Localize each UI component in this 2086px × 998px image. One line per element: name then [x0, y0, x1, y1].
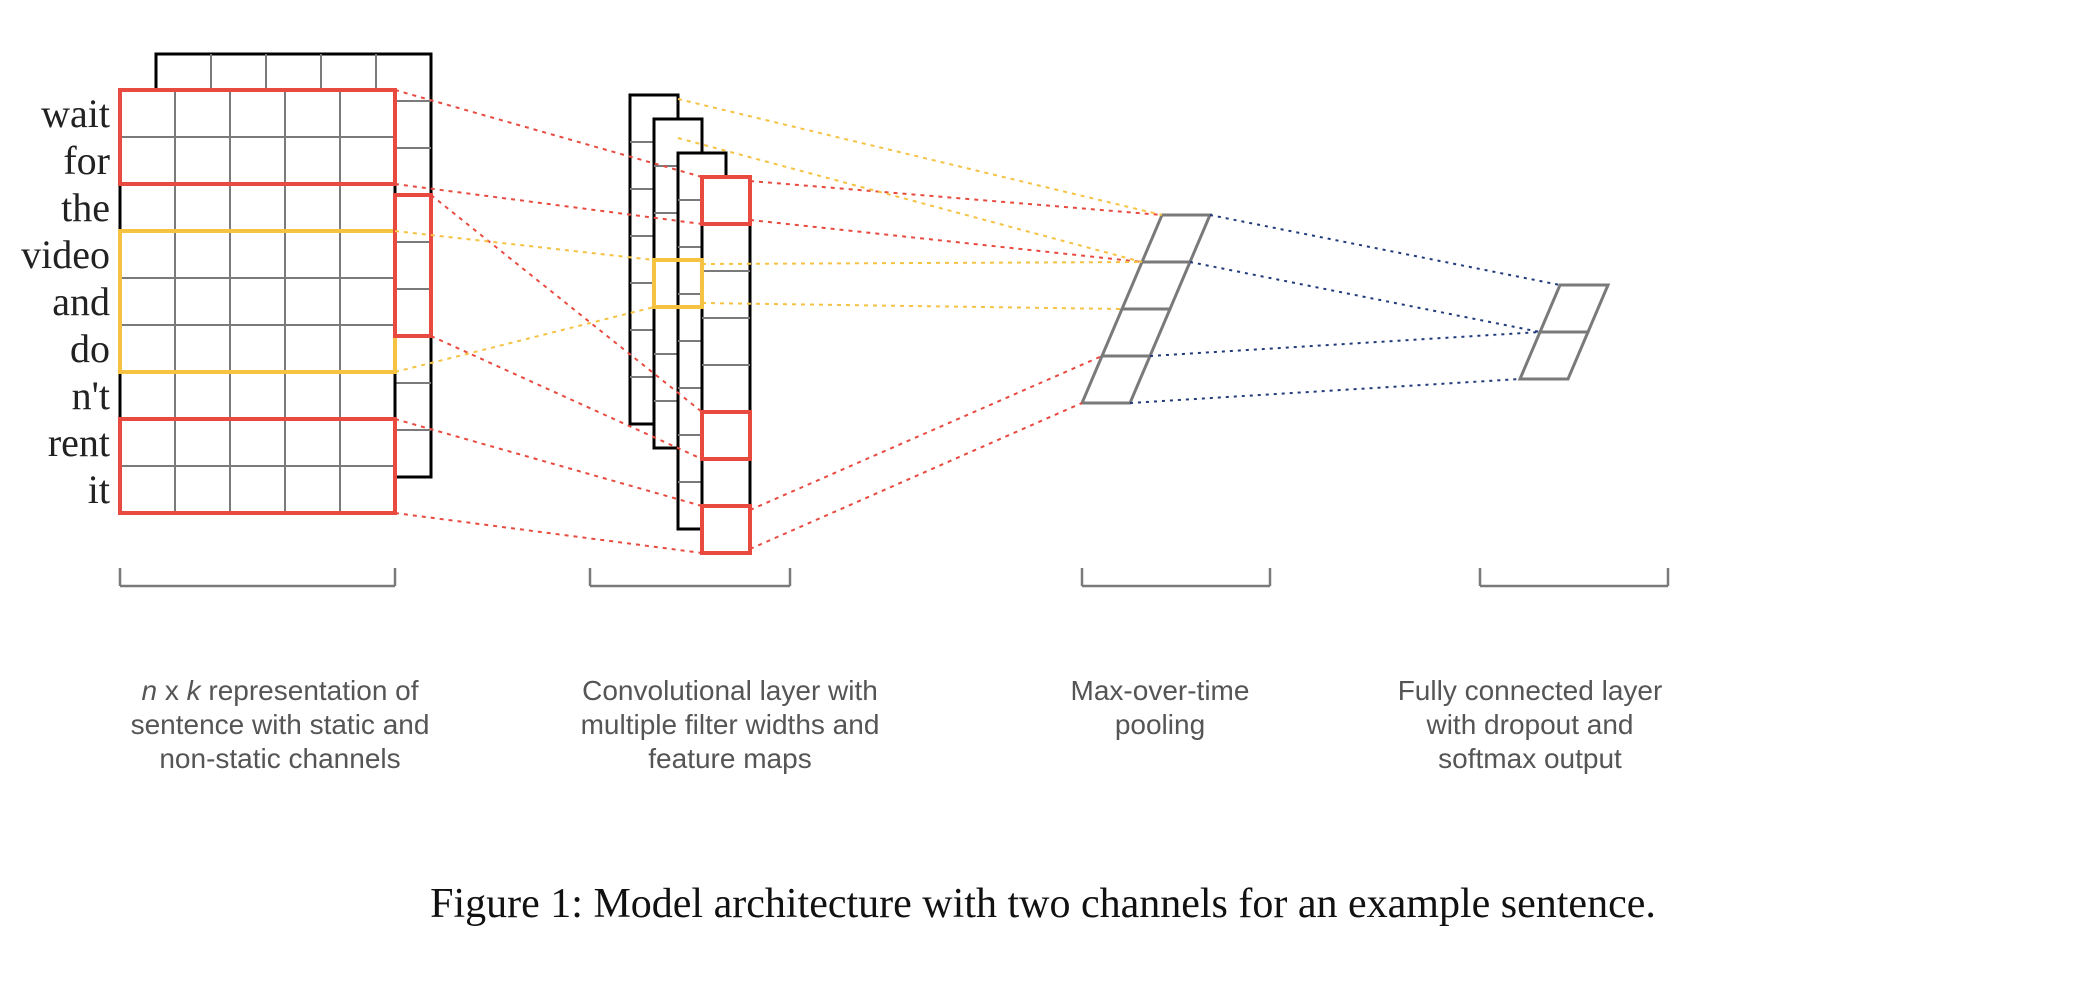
label-output-line0: Fully connected layer — [1398, 675, 1663, 706]
label-output-line1: with dropout and — [1426, 709, 1633, 740]
label-input-line2: non-static channels — [159, 743, 400, 774]
label-pool-line0: Max-over-time — [1071, 675, 1250, 706]
label-input-n: n — [141, 675, 157, 706]
label-output-line2: softmax output — [1438, 743, 1622, 774]
label-conv: Convolutional layer with multiple filter… — [560, 674, 900, 776]
label-input-k: k — [187, 675, 201, 706]
figure-page: wait for the video and do n't rent it n … — [0, 0, 2086, 998]
architecture-diagram — [0, 0, 2086, 780]
label-pool: Max-over-time pooling — [1020, 674, 1300, 742]
label-input: n x k representation of sentence with st… — [120, 674, 440, 776]
label-input-line1: sentence with static and — [131, 709, 430, 740]
label-input-line0-rest: representation of — [208, 675, 418, 706]
label-conv-line1: multiple filter widths and — [581, 709, 880, 740]
label-input-x: x — [165, 675, 187, 706]
label-output: Fully connected layer with dropout and s… — [1380, 674, 1680, 776]
label-pool-line1: pooling — [1115, 709, 1205, 740]
figure-caption: Figure 1: Model architecture with two ch… — [0, 880, 2086, 928]
label-conv-line2: feature maps — [648, 743, 811, 774]
label-conv-line0: Convolutional layer with — [582, 675, 878, 706]
